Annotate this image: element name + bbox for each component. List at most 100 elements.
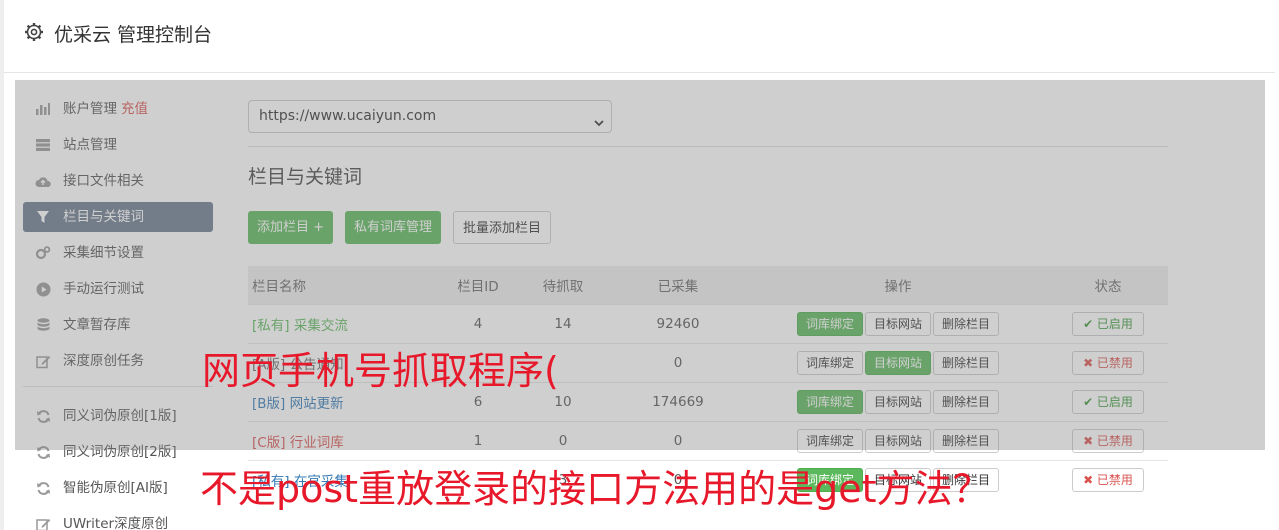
overlay-caption-line2: 不是post重放登录的接口方法用的是get方法？ xyxy=(200,467,991,511)
col-header-status: 状态 xyxy=(1048,266,1168,304)
collected-count: 174669 xyxy=(608,381,748,421)
sidebar-item-account[interactable]: 账户管理 充值 xyxy=(23,94,213,124)
status-toggle[interactable]: ✔ 已启用 xyxy=(1072,389,1144,414)
target-site-button[interactable]: 目标网站 xyxy=(864,428,931,453)
sidebar-item-ai-original[interactable]: 智能伪原创[AI版] xyxy=(23,473,213,503)
collected-count: 0 xyxy=(608,420,748,460)
col-header-pending: 待抓取 xyxy=(518,266,608,304)
cogs-icon xyxy=(35,245,51,261)
console-title: 优采云 管理控制台 xyxy=(54,24,213,46)
sidebar-item-label: 站点管理 xyxy=(63,137,117,153)
refresh-icon xyxy=(35,408,51,424)
status-cell: ✖ 已禁用 xyxy=(1048,459,1168,499)
column-name-cell[interactable]: [私有] 采集交流 xyxy=(248,303,438,343)
sidebar-item-synonym-v1[interactable]: 同义词伪原创[1版] xyxy=(23,401,213,431)
sidebar-item-label: 同义词伪原创[2版] xyxy=(63,444,177,460)
sidebar: 账户管理 充值 站点管理 接口文件相关 栏目与关键词 采集细节设置 手动运行测试 … xyxy=(23,94,213,530)
sidebar-item-label: 接口文件相关 xyxy=(63,173,144,189)
top-header: 优采云 管理控制台 xyxy=(4,0,1275,73)
recharge-link[interactable]: 充值 xyxy=(121,101,148,117)
sidebar-item-label: 手动运行测试 xyxy=(63,281,144,297)
collected-count: 0 xyxy=(608,342,748,382)
column-id: 4 xyxy=(438,303,518,343)
status-toggle[interactable]: ✖ 已禁用 xyxy=(1072,428,1144,453)
column-name: 网站更新 xyxy=(289,395,344,412)
actions-cell: 词库绑定 目标网站 删除栏目 xyxy=(748,342,1048,382)
status-cell: ✖ 已禁用 xyxy=(1048,420,1168,460)
batch-add-button[interactable]: 批量添加栏目 xyxy=(453,211,552,244)
sidebar-item-label: 栏目与关键词 xyxy=(63,209,144,225)
status-cell: ✖ 已禁用 xyxy=(1048,342,1168,382)
cloud-upload-icon xyxy=(35,173,51,189)
status-cell: ✔ 已启用 xyxy=(1048,381,1168,421)
table-header-row: 栏目名称 栏目ID 待抓取 已采集 操作 状态 xyxy=(248,266,1168,304)
pending-count[interactable]: 14 xyxy=(518,303,608,343)
sidebar-item-manual-test[interactable]: 手动运行测试 xyxy=(23,274,213,304)
play-circle-icon xyxy=(35,281,51,297)
actions-cell: 词库绑定 目标网站 删除栏目 xyxy=(748,303,1048,343)
col-header-actions: 操作 xyxy=(748,266,1048,304)
action-buttons: 添加栏目 + 私有词库管理 批量添加栏目 xyxy=(248,211,1168,244)
sidebar-item-uwriter[interactable]: UWriter深度原创 xyxy=(23,509,213,530)
column-tag: [私有] xyxy=(252,317,290,334)
target-site-button[interactable]: 目标网站 xyxy=(864,311,931,336)
sidebar-item-label: 文章暂存库 xyxy=(63,317,131,333)
refresh-icon xyxy=(35,480,51,496)
pending-count[interactable]: 0 xyxy=(518,420,608,460)
target-site-button[interactable]: 目标网站 xyxy=(864,350,931,375)
sidebar-item-columns-keywords[interactable]: 栏目与关键词 xyxy=(23,202,213,232)
section-title: 栏目与关键词 xyxy=(248,166,363,188)
actions-cell: 词库绑定 目标网站 删除栏目 xyxy=(748,420,1048,460)
column-name: 采集交流 xyxy=(293,317,348,334)
status-toggle[interactable]: ✖ 已禁用 xyxy=(1072,350,1144,375)
column-id: 1 xyxy=(438,420,518,460)
sidebar-item-label: UWriter深度原创 xyxy=(63,516,169,530)
delete-column-button[interactable]: 删除栏目 xyxy=(933,389,1000,414)
main-panel: https://www.ucaiyun.com 栏目与关键词 添加栏目 + 私有… xyxy=(248,100,1168,499)
sidebar-item-label: 账户管理 xyxy=(63,101,117,117)
target-site-button[interactable]: 目标网站 xyxy=(864,389,931,414)
gear-icon xyxy=(24,22,44,42)
refresh-icon xyxy=(35,444,51,460)
col-header-id: 栏目ID xyxy=(438,266,518,304)
column-tag: [C版] xyxy=(252,434,286,451)
site-select-value: https://www.ucaiyun.com xyxy=(259,108,437,124)
private-dict-button[interactable]: 私有词库管理 xyxy=(345,211,442,244)
column-name-cell[interactable]: [C版] 行业词库 xyxy=(248,420,438,460)
sidebar-item-sites[interactable]: 站点管理 xyxy=(23,130,213,160)
bind-dict-button[interactable]: 词库绑定 xyxy=(796,428,863,453)
col-header-collected: 已采集 xyxy=(608,266,748,304)
sidebar-item-interface-files[interactable]: 接口文件相关 xyxy=(23,166,213,196)
column-tag: [B版] xyxy=(252,395,286,412)
divider xyxy=(248,146,1168,147)
column-name: 行业词库 xyxy=(289,434,344,451)
status-cell: ✔ 已启用 xyxy=(1048,303,1168,343)
sidebar-item-deep-original[interactable]: 深度原创任务 xyxy=(23,346,213,376)
delete-column-button[interactable]: 删除栏目 xyxy=(933,350,1000,375)
status-toggle[interactable]: ✖ 已禁用 xyxy=(1072,467,1144,492)
edit-icon xyxy=(35,353,51,369)
delete-column-button[interactable]: 删除栏目 xyxy=(933,428,1000,453)
sidebar-item-article-storage[interactable]: 文章暂存库 xyxy=(23,310,213,340)
sidebar-item-label: 采集细节设置 xyxy=(63,245,144,261)
table-row: [私有] 采集交流 4 14 92460 词库绑定 目标网站 删除栏目 ✔ 已启用 xyxy=(248,303,1168,343)
bind-dict-button[interactable]: 词库绑定 xyxy=(796,311,863,336)
sidebar-item-label: 深度原创任务 xyxy=(63,353,144,369)
actions-cell: 词库绑定 目标网站 删除栏目 xyxy=(748,381,1048,421)
filter-icon xyxy=(35,209,51,225)
status-toggle[interactable]: ✔ 已启用 xyxy=(1072,311,1144,336)
sidebar-item-collect-settings[interactable]: 采集细节设置 xyxy=(23,238,213,268)
add-column-button[interactable]: 添加栏目 + xyxy=(248,211,334,244)
sidebar-divider xyxy=(23,386,213,387)
delete-column-button[interactable]: 删除栏目 xyxy=(933,311,1000,336)
overlay-caption-line1: 网页手机号抓取程序( xyxy=(202,349,559,393)
bind-dict-button[interactable]: 词库绑定 xyxy=(796,389,863,414)
collected-count: 92460 xyxy=(608,303,748,343)
chevron-down-icon xyxy=(593,110,605,127)
site-select[interactable]: https://www.ucaiyun.com xyxy=(248,100,612,133)
edit-icon xyxy=(35,516,51,530)
bind-dict-button[interactable]: 词库绑定 xyxy=(796,350,863,375)
sidebar-item-synonym-v2[interactable]: 同义词伪原创[2版] xyxy=(23,437,213,467)
bar-chart-icon xyxy=(35,101,51,117)
table-row: [C版] 行业词库 1 0 0 词库绑定 目标网站 删除栏目 ✖ 已禁用 xyxy=(248,420,1168,460)
